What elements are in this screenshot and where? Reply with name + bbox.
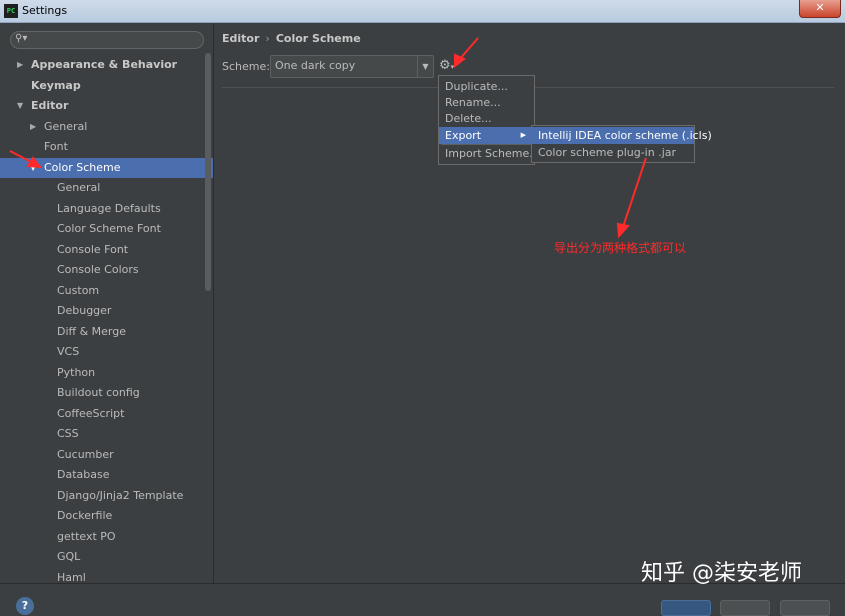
sidebar-item[interactable]: CoffeeScript <box>0 404 213 424</box>
expanded-arrow-icon[interactable]: ▼ <box>30 158 36 178</box>
gear-menu-item-label: Rename... <box>445 96 501 109</box>
sidebar-item[interactable]: Debugger <box>0 301 213 321</box>
sidebar-item[interactable]: Custom <box>0 281 213 301</box>
export-menu-item[interactable]: Color scheme plug-in .jar <box>532 144 694 161</box>
gear-menu-item-label: Import Scheme... <box>445 147 540 160</box>
sidebar-item-label: Console Colors <box>57 263 139 276</box>
breadcrumb-current: Color Scheme <box>275 32 361 45</box>
sidebar-item[interactable]: Python <box>0 363 213 383</box>
sidebar-item[interactable]: Database <box>0 465 213 485</box>
sidebar-item-label: VCS <box>57 345 80 358</box>
sidebar-item[interactable]: Font <box>0 137 213 157</box>
sidebar-item-label: Buildout config <box>57 386 140 399</box>
main-panel: Editor › Color Scheme Scheme: One dark cop… <box>214 23 845 583</box>
sidebar-item-label: Font <box>44 140 68 153</box>
gear-menu-item[interactable]: Duplicate... <box>439 78 534 95</box>
gear-menu-item-label: Duplicate... <box>445 80 508 93</box>
window-titlebar: PC Settings ✕ <box>0 0 845 23</box>
sidebar-item-label: General <box>44 119 88 133</box>
collapsed-arrow-icon[interactable]: ▶ <box>17 55 23 75</box>
collapsed-arrow-icon[interactable]: ▶ <box>30 117 36 137</box>
gear-menu-item[interactable]: Rename... <box>439 94 534 111</box>
chevron-down-icon[interactable]: ▼ <box>417 56 433 77</box>
zhihu-watermark: 知乎 @柒安老师 <box>641 561 802 586</box>
sidebar-item-label: Color Scheme <box>44 160 121 174</box>
export-menu-item[interactable]: Intellij IDEA color scheme (.icls) <box>532 127 712 144</box>
gear-menu-item-label: Delete... <box>445 112 492 125</box>
gear-menu-item[interactable]: Delete... <box>439 110 534 127</box>
sidebar-item[interactable]: VCS <box>0 342 213 362</box>
sidebar-item[interactable]: gettext PO <box>0 527 213 547</box>
sidebar-scrollbar[interactable] <box>205 53 211 291</box>
sidebar-item-label: Debugger <box>57 304 112 317</box>
scheme-label: Scheme: <box>222 60 270 73</box>
breadcrumb-separator: › <box>265 32 270 45</box>
pycharm-app-icon: PC <box>4 4 18 18</box>
export-submenu: Intellij IDEA color scheme (.icls) Color … <box>531 125 712 163</box>
sidebar-item[interactable]: ▶ Appearance & Behavior <box>0 55 213 75</box>
sidebar-item[interactable]: Diff & Merge <box>0 322 213 342</box>
gear-menu-item-label: Export <box>445 129 482 142</box>
breadcrumb-parent[interactable]: Editor <box>222 32 259 45</box>
sidebar-item[interactable]: ▶ General <box>0 117 213 137</box>
gear-dropdown-menu: Duplicate... Rename... Delete... Export ▶ Imp… <box>438 75 540 165</box>
scheme-select[interactable]: One dark copy ▼ <box>270 55 434 78</box>
ok-button[interactable] <box>661 600 711 616</box>
submenu-arrow-icon: ▶ <box>520 131 526 139</box>
sidebar-item-label: Cucumber <box>57 447 114 461</box>
sidebar-item[interactable]: Console Font <box>0 240 213 260</box>
scheme-select-value: One dark copy <box>275 59 356 72</box>
sidebar-item[interactable]: Haml <box>0 568 213 584</box>
sidebar-item-label: gettext PO <box>57 529 116 543</box>
sidebar-item[interactable]: General <box>0 178 213 198</box>
sidebar-item-label: Editor <box>31 99 69 112</box>
expanded-arrow-icon[interactable]: ▼ <box>17 96 23 116</box>
sidebar-item-label: Appearance & Behavior <box>31 58 178 71</box>
sidebar-item[interactable]: Dockerfile <box>0 506 213 526</box>
sidebar-item-label: Console Font <box>57 242 129 256</box>
sidebar-item[interactable]: GQL <box>0 547 213 567</box>
breadcrumb: Editor › Color Scheme <box>222 32 361 45</box>
sidebar-item[interactable]: Console Colors <box>0 260 213 280</box>
gear-menu-item[interactable]: Export ▶ <box>439 127 534 144</box>
sidebar-item[interactable]: CSS <box>0 424 213 444</box>
sidebar-item[interactable]: Buildout config <box>0 383 213 403</box>
help-icon[interactable]: ? <box>16 597 34 615</box>
sidebar-item-label: Django/Jinja2 Template <box>57 488 184 502</box>
sidebar-item-label: Keymap <box>31 78 81 92</box>
sidebar-item-label: CoffeeScript <box>57 406 125 420</box>
window-close-button[interactable]: ✕ <box>799 0 841 18</box>
apply-button[interactable] <box>780 600 830 616</box>
sidebar-item-label: GQL <box>57 550 81 563</box>
sidebar-item-label: Database <box>57 468 110 481</box>
sidebar-item[interactable]: Keymap <box>0 76 213 96</box>
settings-sidebar: ⚲▾ ▶ Appearance & Behavior Keymap ▼ Editor ▶ G… <box>0 23 214 583</box>
sidebar-item[interactable]: Cucumber <box>0 445 213 465</box>
sidebar-item-label: Color Scheme Font <box>57 222 161 235</box>
sidebar-item[interactable]: Color Scheme Font <box>0 219 213 239</box>
cancel-button[interactable] <box>720 600 770 616</box>
settings-search-input[interactable]: ⚲▾ <box>10 31 204 49</box>
sidebar-item[interactable]: ▼ Editor <box>0 96 213 116</box>
sidebar-item-label: Python <box>57 365 96 379</box>
window-title: Settings <box>22 4 68 17</box>
gear-menu-item[interactable]: Import Scheme... <box>439 145 540 162</box>
sidebar-item-label: Diff & Merge <box>57 324 127 338</box>
sidebar-item-label: CSS <box>57 427 79 440</box>
sidebar-item-label: Dockerfile <box>57 509 113 522</box>
sidebar-item-label: Haml <box>57 570 86 584</box>
gear-icon[interactable]: ⚙▾ <box>439 58 454 73</box>
sidebar-item[interactable]: ▼ Color Scheme <box>0 157 213 178</box>
annotation-text: 导出分为两种格式都可以 <box>554 241 687 255</box>
sidebar-item-label: Custom <box>57 283 100 297</box>
sidebar-item[interactable]: Language Defaults <box>0 199 213 219</box>
search-icon: ⚲▾ <box>15 33 28 44</box>
sidebar-item-label: General <box>57 181 101 194</box>
sidebar-item[interactable]: Django/Jinja2 Template <box>0 486 213 506</box>
sidebar-item-label: Language Defaults <box>57 201 161 215</box>
